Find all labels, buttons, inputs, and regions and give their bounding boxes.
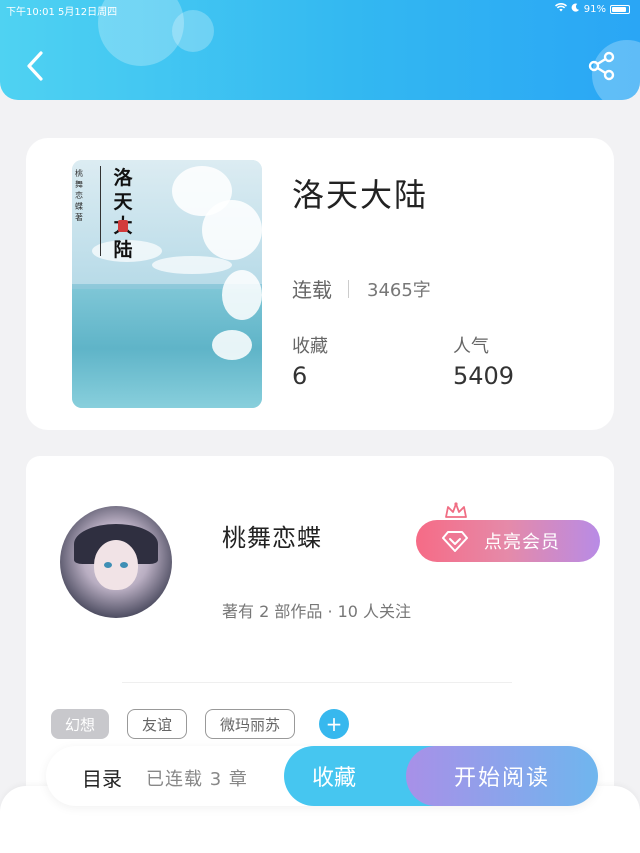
cover-cloud xyxy=(152,256,232,274)
status-divider xyxy=(348,279,349,298)
cover-blossom xyxy=(202,200,262,260)
start-reading-label: 开始阅读 xyxy=(453,766,550,791)
serial-status: 连载 xyxy=(292,278,332,302)
author-name[interactable]: 桃舞恋蝶 xyxy=(222,518,322,553)
cover-blossom xyxy=(222,270,262,320)
popularity-value: 5409 xyxy=(453,362,515,390)
back-button[interactable] xyxy=(20,48,50,84)
divider xyxy=(122,682,512,683)
avatar-face xyxy=(94,540,138,590)
vip-button-label: 点亮会员 xyxy=(484,532,560,553)
crown-icon xyxy=(445,502,467,518)
favorites-label: 收藏 xyxy=(292,336,328,357)
book-title: 洛天大陆 xyxy=(292,176,429,214)
author-avatar[interactable] xyxy=(60,506,172,618)
author-meta: 著有 2 部作品 · 10 人关注 xyxy=(222,602,412,621)
cover-author: 桃舞恋蝶 著 xyxy=(75,169,83,222)
chevron-left-icon xyxy=(27,51,43,81)
cover-blossom xyxy=(212,330,252,360)
collect-button-label: 收藏 xyxy=(312,766,357,791)
avatar-eye xyxy=(120,562,128,568)
add-tag-button[interactable]: + xyxy=(319,709,350,739)
start-reading-button[interactable]: 开始阅读 xyxy=(406,746,598,806)
vip-button[interactable]: 点亮会员 xyxy=(416,520,600,562)
share-icon xyxy=(588,51,615,81)
wifi-icon xyxy=(554,3,567,15)
share-button[interactable] xyxy=(584,48,620,84)
chapter-count[interactable]: 已连载 3 章 xyxy=(146,765,248,791)
bottom-action-bar: 目录 已连载 3 章 收藏 开始阅读 xyxy=(46,746,598,806)
avatar-eye xyxy=(104,562,112,568)
moon-icon xyxy=(571,3,580,15)
battery-percent: 91% xyxy=(583,3,606,15)
book-info-card: 桃舞恋蝶 著 洛天大陆 洛天大陆 连载 3465字 收藏 6 人气 5409 xyxy=(26,138,614,430)
word-count: 3465字 xyxy=(367,279,431,301)
diamond-icon xyxy=(442,531,468,552)
book-status-row: 连载 3465字 xyxy=(292,274,431,303)
cover-line xyxy=(100,166,101,256)
status-time-date: 下午10:01 5月12日周四 xyxy=(6,7,118,18)
cover-title: 洛天大陆 xyxy=(113,167,133,261)
tag-list: 幻想 友谊 微玛丽苏 + xyxy=(51,709,350,739)
tag-item[interactable]: 微玛丽苏 xyxy=(205,709,296,739)
status-bar: 下午10:01 5月12日周四 91% xyxy=(0,2,640,18)
toc-button[interactable]: 目录 xyxy=(82,763,122,792)
book-cover[interactable]: 桃舞恋蝶 著 洛天大陆 xyxy=(72,160,262,408)
popularity-label: 人气 xyxy=(453,336,489,357)
tag-item[interactable]: 友谊 xyxy=(127,709,188,739)
tag-item[interactable]: 幻想 xyxy=(51,709,110,739)
battery-icon xyxy=(610,4,630,14)
status-right: 91% xyxy=(554,3,630,15)
favorites-value: 6 xyxy=(292,362,308,390)
cover-seal xyxy=(118,220,128,232)
top-header: 下午10:01 5月12日周四 91% xyxy=(0,0,640,100)
